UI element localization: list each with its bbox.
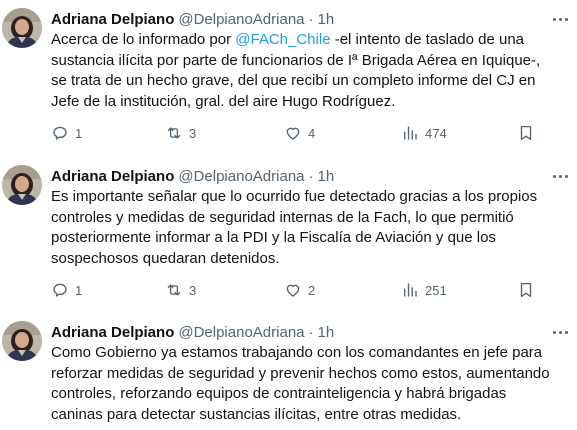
tweet-text: Es importante señalar que lo ocurrido fu… — [51, 187, 566, 269]
like-button[interactable]: 4 — [284, 122, 315, 144]
separator: · — [308, 10, 314, 28]
author-name[interactable]: Adriana Delpiano — [51, 11, 174, 28]
like-count: 4 — [308, 125, 316, 141]
like-button[interactable]: 2 — [284, 279, 315, 301]
avatar[interactable] — [2, 321, 42, 361]
tweet-actions: 1 3 4 474 — [51, 122, 551, 144]
reply-button[interactable]: 1 — [51, 279, 82, 301]
views-button[interactable]: 251 — [401, 279, 447, 301]
tweet-actions: 1 3 2 251 — [51, 279, 551, 301]
views-icon — [404, 126, 417, 140]
separator: · — [308, 167, 314, 185]
tweet-line: Como Gobierno ya estamos trabajando con … — [51, 344, 543, 361]
tweet-header: Adriana Delpiano @DelpianoAdriana · 1h — [51, 321, 334, 343]
timestamp[interactable]: 1h — [318, 168, 335, 185]
retweet-icon — [167, 127, 181, 139]
mention-link[interactable]: @FACh_Chile — [235, 31, 330, 48]
avatar[interactable] — [2, 8, 42, 48]
author-handle[interactable]: @DelpianoAdriana — [178, 324, 304, 341]
views-button[interactable]: 474 — [401, 122, 447, 144]
like-count: 2 — [308, 282, 316, 298]
more-icon[interactable] — [549, 323, 571, 341]
separator: · — [308, 323, 314, 341]
reply-button[interactable]: 1 — [51, 122, 82, 144]
author-handle[interactable]: @DelpianoAdriana — [178, 11, 304, 28]
author-name[interactable]: Adriana Delpiano — [51, 324, 174, 341]
views-count: 474 — [425, 125, 447, 141]
retweet-count: 3 — [189, 125, 197, 141]
tweet-line: reforzar medidas de seguridad y prevenir… — [51, 364, 550, 382]
heart-icon — [286, 127, 300, 140]
author-handle[interactable]: @DelpianoAdriana — [178, 168, 304, 185]
tweet-header: Adriana Delpiano @DelpianoAdriana · 1h — [51, 165, 334, 187]
tweet-line: caninas para detectar sustancias ilícita… — [51, 405, 462, 423]
author-name[interactable]: Adriana Delpiano — [51, 168, 174, 185]
reply-count: 1 — [75, 282, 83, 298]
timestamp[interactable]: 1h — [318, 324, 335, 341]
more-icon[interactable] — [549, 167, 571, 185]
avatar[interactable] — [2, 165, 42, 205]
reply-icon — [53, 283, 67, 297]
tweet-text: Acerca de lo informado por @FACh_Chile -… — [51, 30, 566, 112]
tweet-line: se trata de un hecho grave, del que reci… — [51, 72, 536, 89]
tweet-line: controles, reforzando equipos de contrai… — [51, 385, 507, 402]
avatar-image — [2, 8, 42, 48]
reply-count: 1 — [75, 125, 83, 141]
retweet-icon — [167, 284, 181, 296]
tweet-line: sustancia ilícita por parte de funcionar… — [51, 51, 541, 69]
heart-icon — [286, 284, 300, 297]
retweet-button[interactable]: 3 — [165, 279, 196, 301]
tweet-line: Acerca de lo informado por @FACh_Chile -… — [51, 31, 525, 48]
reply-icon — [53, 126, 67, 140]
retweet-count: 3 — [189, 282, 197, 298]
tweet-text: Como Gobierno ya estamos trabajando con … — [51, 343, 566, 425]
views-icon — [404, 283, 417, 297]
bookmark-icon — [520, 125, 532, 141]
tweet-header: Adriana Delpiano @DelpianoAdriana · 1h — [51, 8, 334, 30]
bookmark-button[interactable] — [517, 279, 535, 301]
tweet-line: Jefe de la institución, gral. del aire H… — [51, 92, 396, 110]
avatar-image — [2, 321, 42, 361]
bookmark-button[interactable] — [517, 122, 535, 144]
timestamp[interactable]: 1h — [318, 11, 335, 28]
avatar-image — [2, 165, 42, 205]
tweet-line: sospechosos quedaran detenidos. — [51, 249, 280, 267]
bookmark-icon — [520, 282, 532, 298]
tweet-line: Es importante señalar que lo ocurrido fu… — [51, 188, 538, 205]
more-icon[interactable] — [549, 10, 571, 28]
views-count: 251 — [425, 282, 447, 298]
tweet-line: controles y medidas de seguridad interna… — [51, 208, 514, 226]
tweet-line: posteriormente informar a la PDI y la Fi… — [51, 229, 496, 246]
retweet-button[interactable]: 3 — [165, 122, 196, 144]
